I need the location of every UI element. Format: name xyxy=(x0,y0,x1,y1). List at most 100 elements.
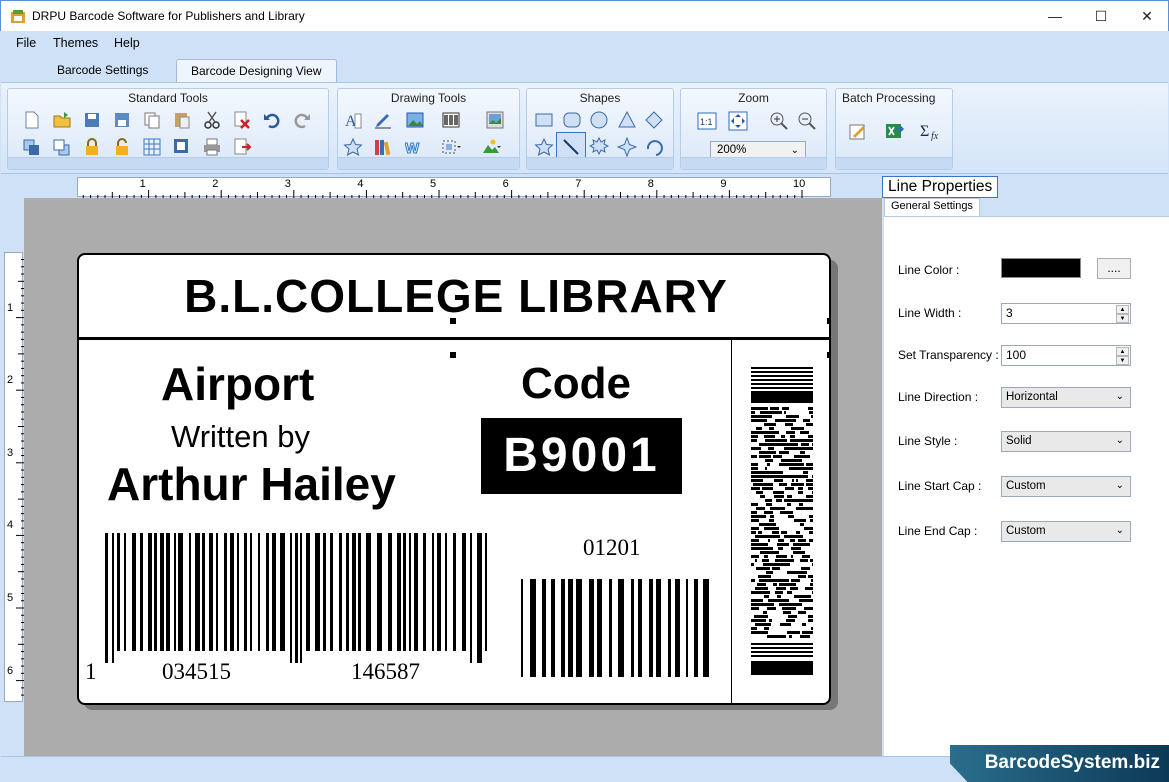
shapes-group: Shapes xyxy=(526,88,674,170)
spin-up-icon[interactable]: ▲ xyxy=(1116,347,1129,356)
line-color-swatch[interactable] xyxy=(1001,258,1081,278)
stacked-2d-barcode[interactable] xyxy=(751,367,813,677)
menu-file[interactable]: File xyxy=(16,36,36,50)
unlock-icon[interactable] xyxy=(111,136,133,158)
spin-down-icon[interactable]: ▼ xyxy=(1116,356,1129,365)
grid-icon[interactable] xyxy=(141,136,163,158)
barcode-module xyxy=(801,611,806,614)
batch-edit-icon[interactable] xyxy=(847,120,869,142)
undo-icon[interactable] xyxy=(261,109,283,131)
print-preview-icon[interactable] xyxy=(171,136,193,158)
save-icon[interactable] xyxy=(81,109,103,131)
line-direction-select[interactable]: Horizontal ⌄ xyxy=(1001,387,1131,408)
arc-shape-icon[interactable] xyxy=(643,136,665,158)
barcode-module xyxy=(767,595,769,598)
menu-themes[interactable]: Themes xyxy=(53,36,98,50)
image-dropdown-icon[interactable] xyxy=(480,136,502,158)
redo-icon[interactable] xyxy=(291,109,313,131)
delete-icon[interactable] xyxy=(231,109,253,131)
linear-barcode-left[interactable] xyxy=(105,533,487,663)
line-style-select[interactable]: Solid ⌄ xyxy=(1001,431,1131,452)
save-as-icon[interactable] xyxy=(111,109,133,131)
diamond-shape-icon[interactable] xyxy=(643,109,665,131)
spin-down-icon[interactable]: ▼ xyxy=(1116,314,1129,323)
barcode-module xyxy=(761,567,765,570)
copy-icon[interactable] xyxy=(141,109,163,131)
barcode-tool-icon[interactable] xyxy=(440,109,462,131)
barcode-bar xyxy=(589,579,594,677)
barcode-module xyxy=(795,427,798,430)
barcode-module xyxy=(807,439,813,442)
lock-icon[interactable] xyxy=(81,136,103,158)
svg-text:Σ: Σ xyxy=(920,123,929,140)
selected-horizontal-line[interactable] xyxy=(79,337,829,340)
book-title[interactable]: Airport xyxy=(161,357,314,411)
print-icon[interactable] xyxy=(201,136,223,158)
line-width-input[interactable]: 3 ▲ ▼ xyxy=(1001,303,1131,324)
tab-barcode-designing-view[interactable]: Barcode Designing View xyxy=(176,59,337,83)
line-direction-value: Horizontal xyxy=(1006,391,1058,403)
send-back-icon[interactable] xyxy=(51,136,73,158)
tab-general-settings[interactable]: General Settings xyxy=(884,198,980,217)
tab-barcode-settings[interactable]: Barcode Settings xyxy=(43,59,162,83)
excel-import-icon[interactable] xyxy=(883,120,905,142)
formula-icon[interactable]: Σfx xyxy=(919,120,941,142)
paste-icon[interactable] xyxy=(171,109,193,131)
star-shape-2-icon[interactable] xyxy=(533,136,555,158)
burst-shape-icon[interactable] xyxy=(588,136,610,158)
author-name[interactable]: Arthur Hailey xyxy=(107,457,396,511)
vertical-divider-line[interactable] xyxy=(731,340,732,703)
transparency-input[interactable]: 100 ▲ ▼ xyxy=(1001,345,1131,366)
code-caption[interactable]: Code xyxy=(521,359,631,409)
line-color-picker-button[interactable]: .... xyxy=(1097,258,1131,279)
barcode-module xyxy=(796,463,804,466)
export-icon[interactable] xyxy=(231,136,253,158)
barcode-module xyxy=(753,483,759,486)
barcode-bar xyxy=(352,533,356,651)
selection-handle[interactable] xyxy=(450,318,456,324)
cut-icon[interactable] xyxy=(201,109,223,131)
maximize-button[interactable]: ☐ xyxy=(1078,1,1124,31)
barcode-bar xyxy=(148,533,152,651)
bring-front-icon[interactable] xyxy=(21,136,43,158)
zoom-in-icon[interactable] xyxy=(768,110,790,132)
label-title[interactable]: B.L.COLLEGE LIBRARY xyxy=(79,269,829,323)
barcode-label-card[interactable]: B.L.COLLEGE LIBRARY Airport Written by A… xyxy=(77,253,831,705)
new-icon[interactable] xyxy=(21,109,43,131)
barcode-module xyxy=(764,423,769,426)
barcode-module xyxy=(751,439,757,442)
books-icon[interactable] xyxy=(372,136,394,158)
code-value-box[interactable]: B9001 xyxy=(481,418,682,494)
barcode-module xyxy=(763,619,766,622)
text-tool-icon[interactable]: A xyxy=(342,109,364,131)
rectangle-shape-icon[interactable] xyxy=(533,109,555,131)
rounded-rectangle-shape-icon[interactable] xyxy=(561,109,583,131)
image-library-icon[interactable] xyxy=(484,109,506,131)
watermark-icon[interactable]: W xyxy=(404,136,426,158)
line-color-label: Line Color : xyxy=(898,263,960,277)
actual-size-icon[interactable]: 1:1 xyxy=(696,110,718,132)
minimize-button[interactable]: — xyxy=(1032,1,1078,31)
barcode-module xyxy=(772,451,776,454)
selection-handle[interactable] xyxy=(450,352,456,358)
zoom-out-icon[interactable] xyxy=(796,110,818,132)
written-by-text[interactable]: Written by xyxy=(171,419,310,455)
ellipse-shape-icon[interactable] xyxy=(588,109,610,131)
triangle-shape-icon[interactable] xyxy=(616,109,638,131)
open-icon[interactable] xyxy=(51,109,73,131)
spin-up-icon[interactable]: ▲ xyxy=(1116,305,1129,314)
linear-barcode-right[interactable] xyxy=(521,579,711,677)
fit-to-window-icon[interactable] xyxy=(727,110,749,132)
line-end-cap-select[interactable]: Custom ⌄ xyxy=(1001,521,1131,542)
selection-handle[interactable] xyxy=(827,352,829,358)
star-shape-icon[interactable] xyxy=(342,136,364,158)
four-point-star-icon[interactable] xyxy=(616,136,638,158)
line-start-cap-select[interactable]: Custom ⌄ xyxy=(1001,476,1131,497)
shape-dropdown-icon[interactable] xyxy=(440,136,462,158)
selection-handle[interactable] xyxy=(827,318,829,324)
picture-tool-icon[interactable] xyxy=(404,109,426,131)
pencil-tool-icon[interactable] xyxy=(372,109,394,131)
close-button[interactable]: ✕ xyxy=(1124,1,1169,31)
barcode-module xyxy=(751,563,754,566)
menu-help[interactable]: Help xyxy=(114,36,140,50)
